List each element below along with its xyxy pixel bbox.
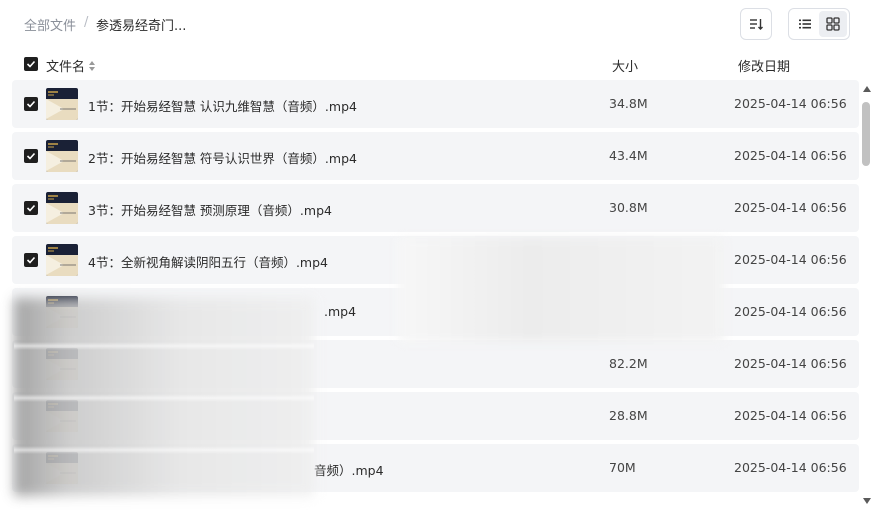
column-name-label: 文件名	[46, 60, 86, 75]
file-size: 34.8M	[609, 96, 648, 111]
column-header-size[interactable]: 大小	[612, 56, 638, 75]
breadcrumb-root[interactable]: 全部文件	[24, 15, 76, 34]
file-modified-date: 2025-04-14 06:56	[734, 96, 847, 111]
video-thumbnail-icon	[46, 140, 78, 172]
scroll-thumb[interactable]	[862, 102, 870, 166]
file-modified-date: 2025-04-14 06:56	[734, 304, 847, 319]
file-size: 43.4M	[609, 148, 648, 163]
top-bar: 全部文件 / 参透易经奇门...	[0, 0, 874, 48]
file-name[interactable]: 4节：全新视角解读阴阳五行（音频）.mp4	[88, 252, 328, 271]
sort-icon	[750, 19, 763, 30]
table-header: 文件名 大小 修改日期	[0, 50, 874, 78]
file-modified-date: 2025-04-14 06:56	[734, 408, 847, 423]
file-size: 70M	[609, 460, 636, 475]
check-icon	[26, 152, 36, 160]
row-checkbox[interactable]	[24, 149, 38, 163]
file-modified-date: 2025-04-14 06:56	[734, 252, 847, 267]
file-name[interactable]: 音频）.mp4	[314, 460, 384, 479]
grid-view-icon	[826, 17, 840, 31]
grid-view-button[interactable]	[819, 11, 847, 37]
file-name[interactable]: 2节：开始易经智慧 符号认识世界（音频）.mp4	[88, 148, 357, 167]
breadcrumb-current: 参透易经奇门...	[96, 19, 187, 34]
sort-button[interactable]	[740, 8, 772, 40]
file-size: 28.8M	[609, 408, 648, 423]
video-thumbnail-icon	[46, 192, 78, 224]
file-size: 82.2M	[609, 356, 648, 371]
row-checkbox[interactable]	[24, 97, 38, 111]
file-row[interactable]: 2节：开始易经智慧 符号认识世界（音频）.mp4 43.4M 2025-04-14 …	[12, 132, 859, 180]
file-modified-date: 2025-04-14 06:56	[734, 460, 847, 475]
file-modified-date: 2025-04-14 06:56	[734, 200, 847, 215]
scrollbar[interactable]	[862, 86, 872, 508]
file-name[interactable]: .mp4	[324, 304, 356, 319]
file-row[interactable]: 3节：开始易经智慧 预测原理（音频）.mp4 30.8M 2025-04-14 06…	[12, 184, 859, 232]
column-header-date[interactable]: 修改日期	[738, 56, 790, 75]
row-checkbox[interactable]	[24, 201, 38, 215]
check-icon	[26, 60, 36, 68]
row-checkbox[interactable]	[24, 253, 38, 267]
blurred-region-overlay	[14, 298, 314, 496]
scroll-up-arrow-icon[interactable]	[863, 86, 871, 92]
file-modified-date: 2025-04-14 06:56	[734, 356, 847, 371]
view-toggle-group	[788, 8, 850, 40]
video-thumbnail-icon	[46, 88, 78, 120]
file-name[interactable]: 3节：开始易经智慧 预测原理（音频）.mp4	[88, 200, 332, 219]
file-name[interactable]: 1节：开始易经智慧 认识九维智慧（音频）.mp4	[88, 96, 357, 115]
breadcrumb-separator: /	[84, 15, 89, 30]
list-view-icon	[799, 19, 811, 29]
video-thumbnail-icon	[46, 244, 78, 276]
blurred-region	[398, 238, 724, 342]
file-size: 30.8M	[609, 200, 648, 215]
check-icon	[26, 256, 36, 264]
file-modified-date: 2025-04-14 06:56	[734, 148, 847, 163]
list-view-button[interactable]	[791, 11, 819, 37]
file-row[interactable]: 1节：开始易经智慧 认识九维智慧（音频）.mp4 34.8M 2025-04-14 …	[12, 80, 859, 128]
scroll-down-arrow-icon[interactable]	[863, 498, 871, 504]
select-all-checkbox[interactable]	[24, 57, 38, 71]
check-icon	[26, 204, 36, 212]
check-icon	[26, 100, 36, 108]
sort-arrows-icon	[89, 60, 96, 71]
column-header-name[interactable]: 文件名	[46, 56, 96, 75]
